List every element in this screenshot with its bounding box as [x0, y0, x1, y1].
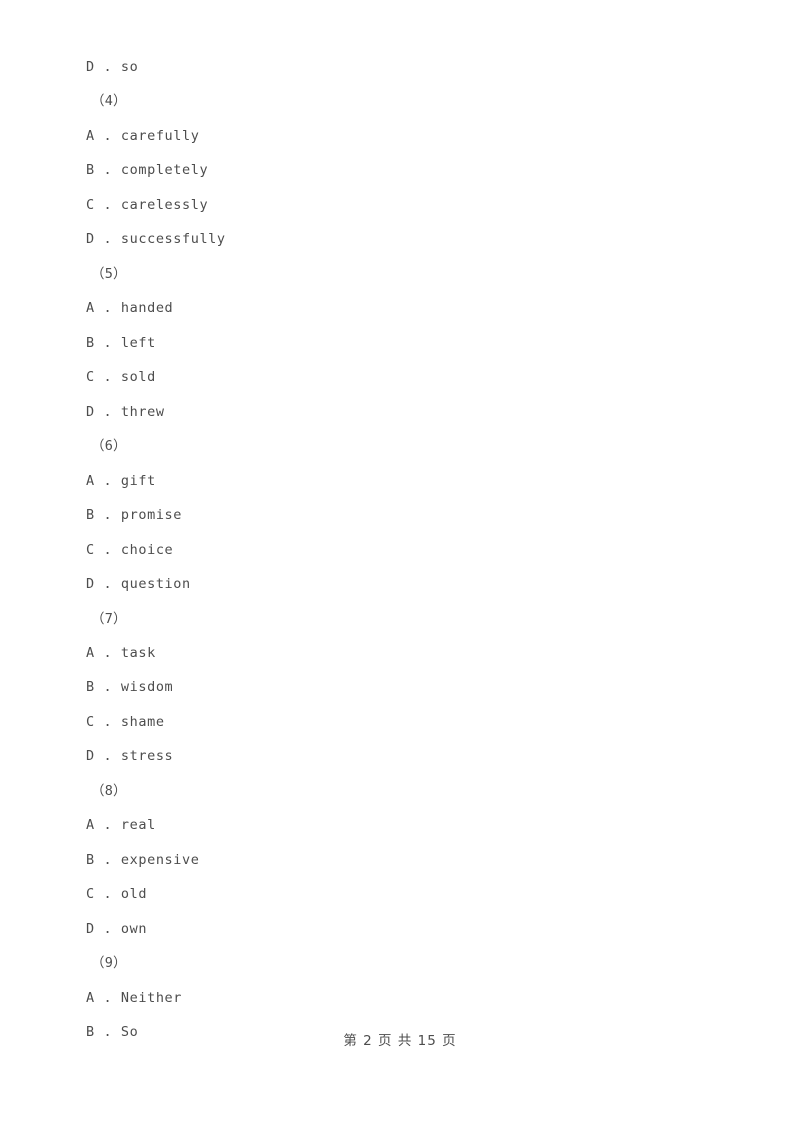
answer-option: A . task [86, 644, 156, 661]
answer-option: B . completely [86, 162, 209, 179]
answer-option: D . question [86, 576, 191, 593]
answer-option: B . promise [86, 507, 183, 524]
answer-option: C . carelessly [86, 196, 209, 213]
question-number: （5） [91, 265, 127, 282]
question-number: （4） [91, 93, 127, 110]
answer-option: A . real [86, 817, 156, 834]
answer-option: D . own [86, 920, 148, 937]
answer-option: D . stress [86, 748, 174, 765]
answer-option: D . threw [86, 403, 165, 420]
question-number: （7） [91, 610, 127, 627]
answer-option: B . wisdom [86, 679, 174, 696]
page-footer: 第 2 页 共 15 页 [343, 1033, 457, 1049]
question-number: （8） [91, 782, 127, 799]
answer-option: B . left [86, 334, 156, 351]
question-number: （6） [91, 438, 127, 455]
answer-option: C . choice [86, 541, 174, 558]
answer-option: D . successfully [86, 231, 226, 248]
question-options-list: D . so （4） A . carefully B . completely C . … [86, 50, 726, 1050]
answer-option: B . expensive [86, 851, 200, 868]
answer-option: A . carefully [86, 127, 200, 144]
question-number: （9） [91, 955, 127, 972]
document-page: D . so （4） A . carefully B . completely C . … [0, 0, 800, 1132]
answer-option: A . handed [86, 300, 174, 317]
answer-option: D . so [86, 59, 139, 75]
answer-option: A . gift [86, 472, 156, 489]
answer-option: C . shame [86, 713, 165, 730]
answer-option: A . Neither [86, 989, 183, 1006]
answer-option: C . old [86, 886, 148, 903]
answer-option: C . sold [86, 369, 156, 386]
